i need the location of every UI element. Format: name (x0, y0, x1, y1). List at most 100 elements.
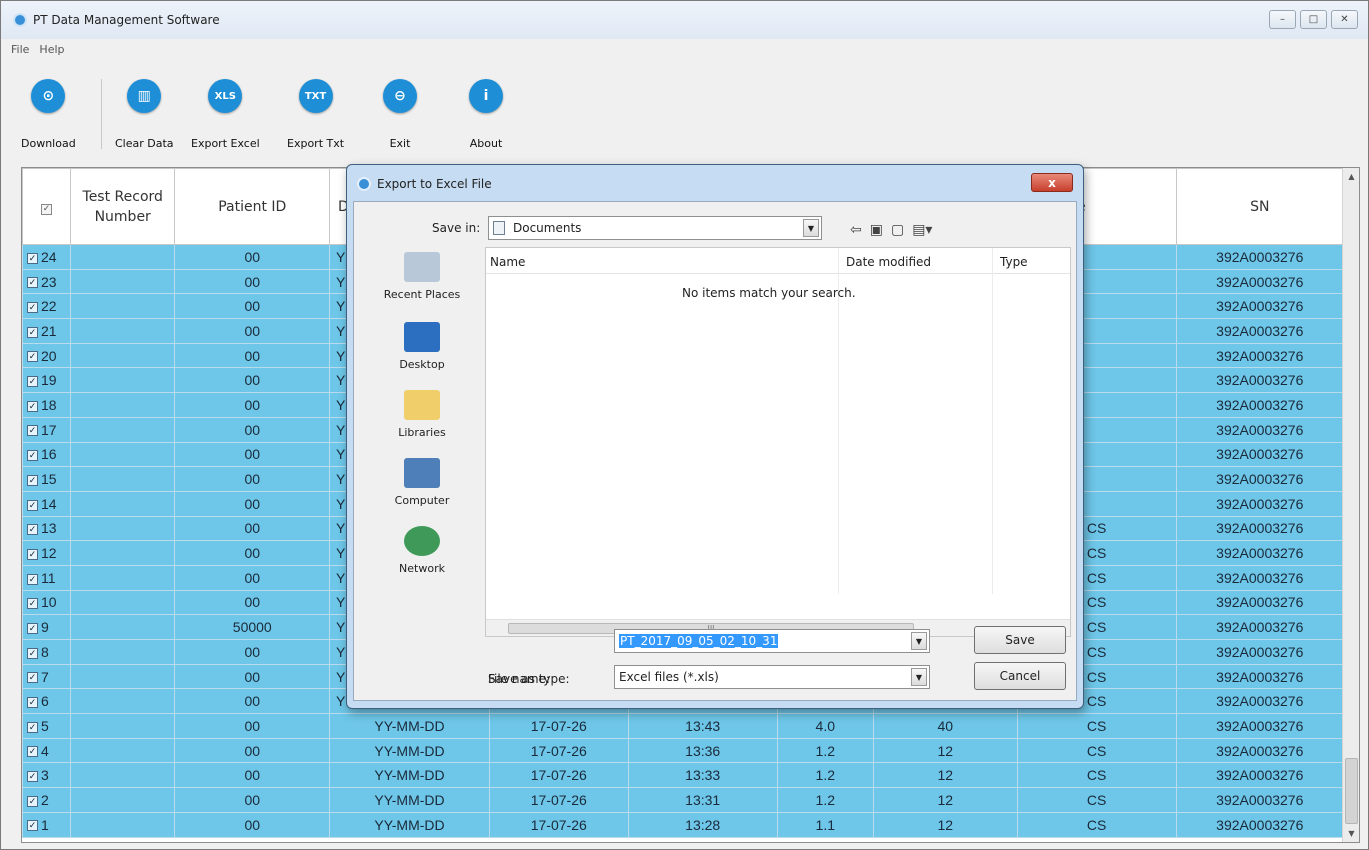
date-cell[interactable]: 17-07-26 (488, 787, 629, 813)
inr-cell[interactable]: 1.2 (776, 787, 874, 813)
patient-id-cell[interactable]: 00 (174, 713, 331, 739)
patient-id-cell[interactable]: 00 (174, 811, 331, 838)
row-checkbox[interactable]: ✓ (27, 376, 38, 388)
row-checkbox-cell[interactable]: ✓ 23 (22, 268, 71, 295)
row-checkbox[interactable]: ✓ (27, 622, 38, 634)
sn-cell[interactable]: 392A0003276 (1175, 737, 1345, 764)
sample-type-cell[interactable]: CS (1016, 713, 1177, 739)
sn-cell[interactable]: 392A0003276 (1175, 787, 1345, 813)
sample-type-cell[interactable]: CS (1016, 811, 1177, 838)
pt-cell[interactable]: 12 (872, 787, 1018, 813)
blank-cell[interactable] (69, 441, 176, 468)
blank-cell[interactable] (69, 688, 176, 715)
row-checkbox-cell[interactable]: ✓ 17 (22, 416, 71, 443)
row-checkbox[interactable]: ✓ (27, 746, 38, 758)
sn-cell[interactable]: 392A0003276 (1175, 663, 1345, 690)
new-folder-icon[interactable]: ▢ (891, 222, 904, 238)
row-checkbox-cell[interactable]: ✓ 8 (22, 639, 71, 665)
place-recent[interactable]: Recent Places (362, 252, 482, 301)
time-cell[interactable]: 13:31 (627, 787, 778, 813)
sn-cell[interactable]: 392A0003276 (1175, 614, 1345, 640)
about-button[interactable]: i About (469, 79, 503, 150)
pt-cell[interactable]: 12 (872, 762, 1018, 789)
row-checkbox[interactable]: ✓ (27, 672, 38, 684)
sample-type-cell[interactable]: CS (1016, 737, 1177, 764)
blank-cell[interactable] (69, 244, 176, 270)
row-checkbox[interactable]: ✓ (27, 351, 38, 363)
row-checkbox[interactable]: ✓ (27, 795, 38, 807)
save-button[interactable]: Save (974, 626, 1066, 654)
blank-cell[interactable] (69, 787, 176, 813)
blank-cell[interactable] (69, 318, 176, 344)
sn-cell[interactable]: 392A0003276 (1175, 490, 1345, 517)
patient-id-cell[interactable]: 00 (174, 490, 331, 517)
sn-cell[interactable]: 392A0003276 (1175, 811, 1345, 838)
row-checkbox-cell[interactable]: ✓ 1 (22, 811, 71, 838)
row-checkbox-cell[interactable]: ✓ 21 (22, 318, 71, 344)
sn-cell[interactable]: 392A0003276 (1175, 589, 1345, 616)
sn-cell[interactable]: 392A0003276 (1175, 441, 1345, 468)
file-list[interactable]: Name Date modified Type No items match y… (485, 247, 1071, 637)
time-cell[interactable]: 13:43 (627, 713, 778, 739)
row-checkbox-cell[interactable]: ✓ 16 (22, 441, 71, 468)
blank-cell[interactable] (69, 416, 176, 443)
row-checkbox-cell[interactable]: ✓ 10 (22, 589, 71, 616)
sn-cell[interactable]: 392A0003276 (1175, 367, 1345, 394)
sample-type-cell[interactable]: CS (1016, 787, 1177, 813)
table-row[interactable]: ✓ 5 00 YY-MM-DD 17-07-26 13:43 4.0 40 CS 392A0003… (22, 713, 1345, 739)
patient-id-cell[interactable]: 00 (174, 663, 331, 690)
row-checkbox-cell[interactable]: ✓ 20 (22, 342, 71, 369)
maximize-button[interactable]: □ (1300, 10, 1327, 29)
sn-cell[interactable]: 392A0003276 (1175, 244, 1345, 270)
clear-data-button[interactable]: ▥ Clear Data (115, 79, 174, 150)
inr-cell[interactable]: 1.2 (776, 762, 874, 789)
date-cell[interactable]: 17-07-26 (488, 762, 629, 789)
sn-cell[interactable]: 392A0003276 (1175, 762, 1345, 789)
blank-cell[interactable] (69, 811, 176, 838)
cancel-button[interactable]: Cancel (974, 662, 1066, 690)
row-checkbox[interactable]: ✓ (27, 425, 38, 437)
dialog-close-button[interactable]: x (1031, 173, 1073, 192)
blank-cell[interactable] (69, 589, 176, 616)
column-type[interactable]: Type (1000, 255, 1028, 269)
row-checkbox[interactable]: ✓ (27, 400, 38, 412)
patient-id-cell[interactable]: 00 (174, 466, 331, 492)
pt-cell[interactable]: 12 (872, 811, 1018, 838)
d-cell[interactable]: YY-MM-DD (329, 762, 490, 789)
export-txt-button[interactable]: TXT Export Txt (287, 79, 344, 150)
view-menu-icon[interactable]: ▤▾ (912, 222, 932, 238)
sn-cell[interactable]: 392A0003276 (1175, 318, 1345, 344)
time-cell[interactable]: 13:33 (627, 762, 778, 789)
blank-cell[interactable] (69, 663, 176, 690)
blank-cell[interactable] (69, 293, 176, 320)
pt-cell[interactable]: 40 (872, 713, 1018, 739)
row-checkbox-cell[interactable]: ✓ 12 (22, 540, 71, 566)
sn-cell[interactable]: 392A0003276 (1175, 392, 1345, 418)
blank-cell[interactable] (69, 639, 176, 665)
date-cell[interactable]: 17-07-26 (488, 713, 629, 739)
row-checkbox[interactable]: ✓ (27, 450, 38, 462)
inr-cell[interactable]: 1.2 (776, 737, 874, 764)
sample-type-cell[interactable]: CS (1016, 762, 1177, 789)
d-cell[interactable]: YY-MM-DD (329, 713, 490, 739)
save-in-select[interactable]: Documents ▼ (488, 216, 822, 240)
row-checkbox-cell[interactable]: ✓ 2 (22, 787, 71, 813)
d-cell[interactable]: YY-MM-DD (329, 811, 490, 838)
row-checkbox[interactable]: ✓ (27, 474, 38, 486)
date-cell[interactable]: 17-07-26 (488, 811, 629, 838)
row-checkbox-cell[interactable]: ✓ 4 (22, 737, 71, 764)
sn-cell[interactable]: 392A0003276 (1175, 416, 1345, 443)
row-checkbox[interactable]: ✓ (27, 499, 38, 511)
sn-cell[interactable]: 392A0003276 (1175, 268, 1345, 295)
back-icon[interactable]: ⇦ (850, 222, 862, 238)
header-sn[interactable]: SN (1175, 168, 1345, 245)
header-record-number[interactable]: Test Record Number (69, 168, 176, 245)
row-checkbox-cell[interactable]: ✓ 15 (22, 466, 71, 492)
row-checkbox-cell[interactable]: ✓ 5 (22, 713, 71, 739)
sn-cell[interactable]: 392A0003276 (1175, 564, 1345, 591)
patient-id-cell[interactable]: 00 (174, 762, 331, 789)
row-checkbox-cell[interactable]: ✓ 6 (22, 688, 71, 715)
blank-cell[interactable] (69, 367, 176, 394)
patient-id-cell[interactable]: 00 (174, 787, 331, 813)
row-checkbox[interactable]: ✓ (27, 277, 38, 289)
